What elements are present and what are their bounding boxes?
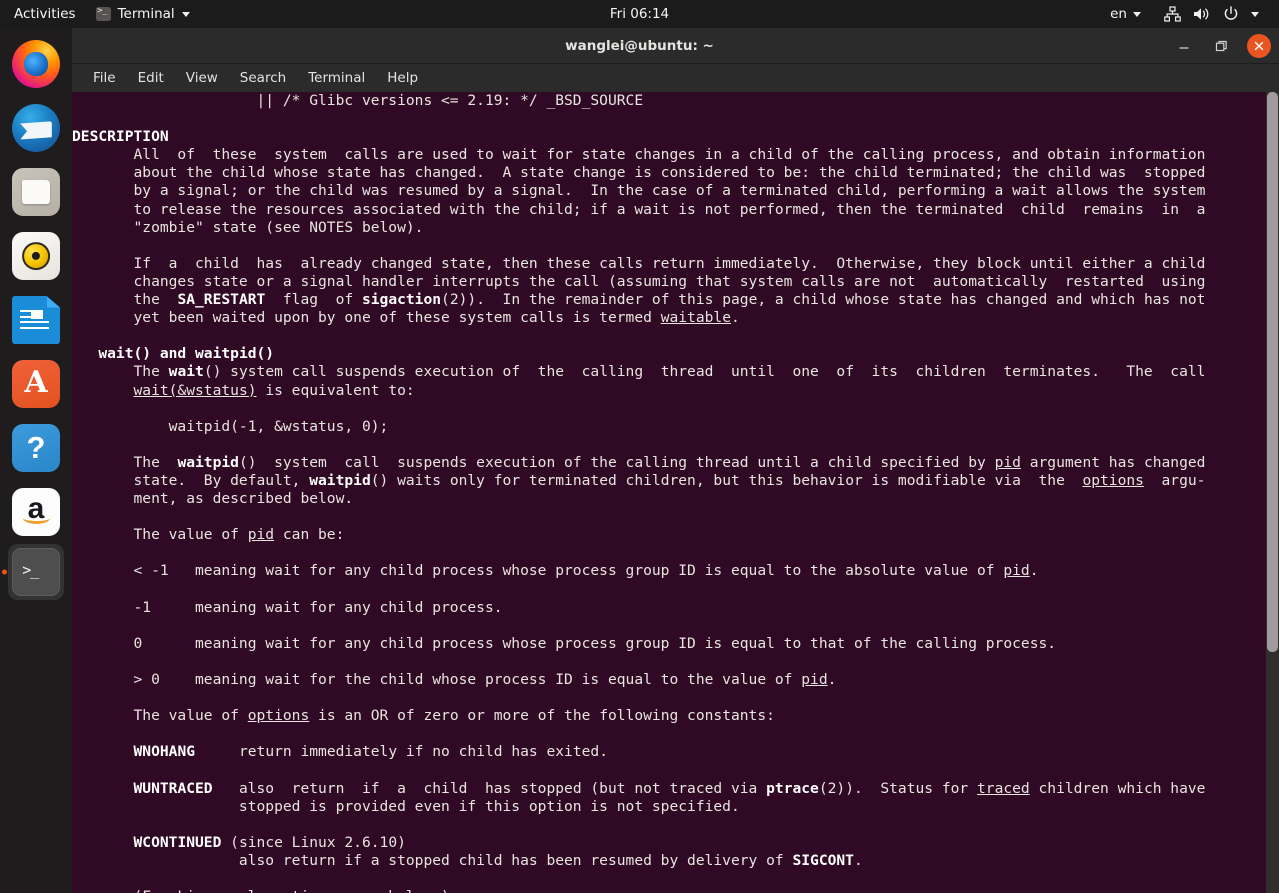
- terminal-line: also return if a stopped child has been …: [72, 851, 863, 869]
- amazon-icon: [12, 488, 60, 536]
- thunderbird-icon: [12, 104, 60, 152]
- libreoffice-writer-icon: [12, 296, 60, 344]
- terminal-scrollbar[interactable]: [1266, 92, 1279, 893]
- menu-edit[interactable]: Edit: [127, 64, 175, 92]
- network-icon: [1164, 6, 1181, 22]
- terminal-icon: [12, 548, 60, 596]
- keyboard-layout-label: en: [1110, 6, 1127, 22]
- window-controls: [1173, 28, 1271, 64]
- ubuntu-software-icon: [12, 360, 60, 408]
- power-icon: [1223, 6, 1239, 22]
- terminal-line: || /* Glibc versions <= 2.19: */ _BSD_SO…: [72, 92, 644, 109]
- ubuntu-dock: [0, 28, 72, 893]
- menu-terminal[interactable]: Terminal: [297, 64, 376, 92]
- menu-file[interactable]: File: [82, 64, 127, 92]
- dock-item-amazon[interactable]: [8, 484, 64, 540]
- terminal-line: All of these system calls are used to wa…: [72, 146, 1206, 164]
- terminal-line: -1 meaning wait for any child process.: [72, 598, 503, 616]
- dock-item-ubuntu-software[interactable]: [8, 356, 64, 412]
- system-status-menu[interactable]: [1152, 0, 1267, 28]
- desktop: Activities Terminal Fri 06:14 en: [0, 0, 1279, 893]
- terminal-line: stopped is provided even if this option …: [72, 797, 740, 815]
- rhythmbox-icon: [12, 232, 60, 280]
- firefox-icon: [12, 40, 60, 88]
- terminal-line: WNOHANG return immediately if no child h…: [133, 743, 608, 761]
- terminal-line: to release the resources associated with…: [72, 200, 1206, 218]
- menu-view[interactable]: View: [175, 64, 229, 92]
- chevron-down-icon: [1133, 11, 1141, 17]
- dock-item-help[interactable]: [8, 420, 64, 476]
- app-menu-button[interactable]: Terminal: [86, 0, 200, 28]
- terminal-line: The value of pid can be:: [72, 526, 345, 544]
- chevron-down-icon: [1251, 11, 1259, 17]
- files-icon: [12, 168, 60, 216]
- window-titlebar[interactable]: wanglei@ubuntu: ~: [0, 28, 1279, 64]
- volume-icon: [1193, 6, 1211, 22]
- terminal-line: > 0 meaning wait for the child whose pro…: [72, 671, 837, 688]
- menu-bar: File Edit View Search Terminal Help: [72, 64, 1279, 92]
- dock-item-libreoffice-writer[interactable]: [8, 292, 64, 348]
- top-bar-right: en: [1104, 0, 1273, 28]
- dock-item-thunderbird[interactable]: [8, 100, 64, 156]
- terminal-line: The value of options is an OR of zero or…: [72, 707, 775, 725]
- terminal-line: wait(&wstatus) is equivalent to:: [133, 381, 415, 399]
- dock-item-files[interactable]: [8, 164, 64, 220]
- man-page-content: || /* Glibc versions <= 2.19: */ _BSD_SO…: [72, 92, 1265, 893]
- terminal-line: changes state or a signal handler interr…: [72, 272, 1206, 290]
- close-button[interactable]: [1247, 34, 1271, 58]
- scrollbar-thumb[interactable]: [1267, 92, 1278, 652]
- terminal-line: DESCRIPTION: [72, 128, 169, 146]
- terminal-line: yet been waited upon by one of these sys…: [72, 309, 740, 327]
- terminal-line: "zombie" state (see NOTES below).: [72, 218, 424, 236]
- terminal-line: 0 meaning wait for any child process who…: [72, 634, 1057, 652]
- terminal-output-area[interactable]: || /* Glibc versions <= 2.19: */ _BSD_SO…: [72, 92, 1279, 893]
- chevron-down-icon: [181, 11, 190, 17]
- dock-item-firefox[interactable]: [8, 36, 64, 92]
- maximize-button[interactable]: [1210, 35, 1232, 57]
- activities-button[interactable]: Activities: [0, 0, 86, 28]
- terminal-line: wait() and waitpid(): [98, 345, 275, 363]
- terminal-line: WUNTRACED also return if a child has sto…: [133, 779, 1206, 797]
- terminal-line: ment, as described below.: [72, 490, 354, 508]
- dock-item-terminal[interactable]: [8, 544, 64, 600]
- dock-item-rhythmbox[interactable]: [8, 228, 64, 284]
- menu-help[interactable]: Help: [376, 64, 429, 92]
- terminal-line: the SA_RESTART flag of sigaction(2)). In…: [72, 291, 1206, 309]
- terminal-line: The wait() system call suspends executio…: [72, 363, 1206, 381]
- app-menu-label: Terminal: [117, 6, 175, 22]
- menu-search[interactable]: Search: [229, 64, 297, 92]
- terminal-line: If a child has already changed state, th…: [72, 254, 1206, 272]
- terminal-line: waitpid(-1, &wstatus, 0);: [72, 417, 389, 435]
- top-bar-left: Activities Terminal: [0, 0, 200, 28]
- terminal-window: wanglei@ubuntu: ~ File Edit View Search …: [0, 28, 1279, 893]
- terminal-line: The waitpid() system call suspends execu…: [72, 453, 1206, 471]
- terminal-line: by a signal; or the child was resumed by…: [72, 182, 1206, 200]
- window-title: wanglei@ubuntu: ~: [565, 37, 714, 54]
- terminal-line: < -1 meaning wait for any child process …: [72, 562, 1039, 580]
- terminal-line: WCONTINUED (since Linux 2.6.10): [133, 833, 406, 851]
- terminal-line: state. By default, waitpid() waits only …: [72, 471, 1206, 489]
- keyboard-layout-indicator[interactable]: en: [1104, 0, 1147, 28]
- gnome-top-bar: Activities Terminal Fri 06:14 en: [0, 0, 1279, 28]
- terminal-icon: [95, 6, 111, 21]
- terminal-line: (For Linux-only options, see below.): [72, 888, 1265, 893]
- help-icon: [12, 424, 60, 472]
- terminal-line: about the child whose state has changed.…: [72, 164, 1206, 182]
- minimize-button[interactable]: [1173, 35, 1195, 57]
